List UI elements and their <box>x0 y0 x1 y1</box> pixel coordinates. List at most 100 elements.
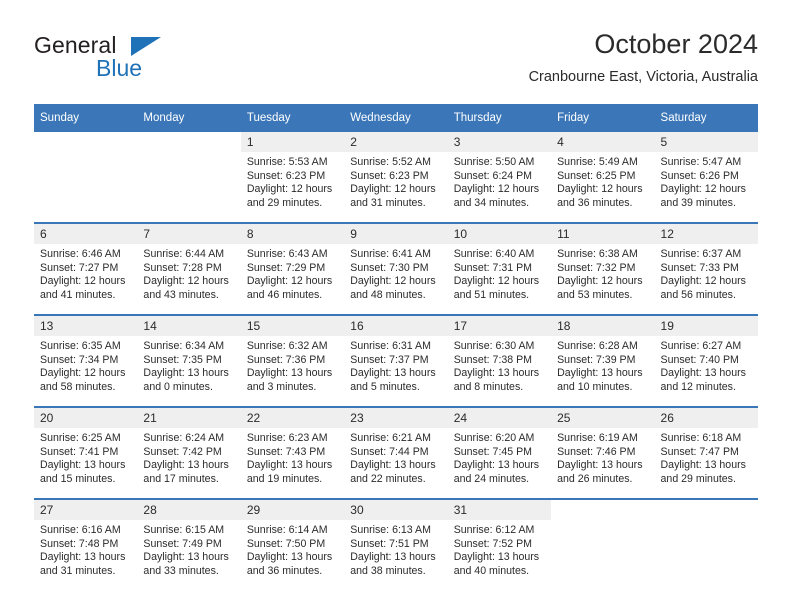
weekday-header-friday: Friday <box>551 104 655 132</box>
calendar-day-cell[interactable]: 19 Sunrise: 6:27 AM Sunset: 7:40 PM Dayligh… <box>654 314 758 407</box>
daylight-text-line1: Daylight: 12 hours <box>246 183 333 196</box>
day-sun-info: Sunrise: 5:50 AM Sunset: 6:24 PM Daylight:… <box>448 152 551 210</box>
day-sun-info: Sunrise: 5:47 AM Sunset: 6:26 PM Daylight:… <box>655 152 758 210</box>
day-sun-info: Sunrise: 6:30 AM Sunset: 7:38 PM Daylight:… <box>448 336 551 394</box>
sunrise-text: Sunrise: 6:15 AM <box>143 524 225 536</box>
calendar-day-cell[interactable]: 1 Sunrise: 5:53 AM Sunset: 6:23 PM Daylight… <box>240 132 345 223</box>
calendar-day-cell[interactable]: 13 Sunrise: 6:35 AM Sunset: 7:34 PM Dayligh… <box>34 314 138 407</box>
sunrise-text: Sunrise: 5:53 AM <box>246 156 328 168</box>
sunrise-text: Sunrise: 6:43 AM <box>246 248 328 260</box>
calendar-day-cell[interactable]: 27 Sunrise: 6:16 AM Sunset: 7:48 PM Dayligh… <box>34 498 138 590</box>
weekday-header-sunday: Sunday <box>34 104 138 132</box>
day-number: 15 <box>240 316 345 336</box>
daylight-text-line1: Daylight: 12 hours <box>350 275 436 288</box>
day-sun-info: Sunrise: 6:44 AM Sunset: 7:28 PM Daylight:… <box>137 244 240 302</box>
triangle-icon <box>131 37 161 56</box>
daylight-text-line2: and 12 minutes. <box>660 380 736 393</box>
general-blue-logo[interactable]: General Blue <box>34 32 214 90</box>
day-number: 18 <box>551 316 655 336</box>
daylight-text-line1: Daylight: 13 hours <box>246 551 333 564</box>
sunrise-text: Sunrise: 6:14 AM <box>246 524 328 536</box>
day-number: 23 <box>344 408 448 428</box>
daylight-text-line1: Daylight: 13 hours <box>350 459 436 472</box>
day-sun-info: Sunrise: 6:41 AM Sunset: 7:30 PM Daylight:… <box>344 244 447 302</box>
daylight-text-line1: Daylight: 12 hours <box>453 183 540 196</box>
calendar-day-cell[interactable]: 8 Sunrise: 6:43 AM Sunset: 7:29 PM Daylight… <box>240 222 345 315</box>
calendar-day-cell[interactable]: 28 Sunrise: 6:15 AM Sunset: 7:49 PM Dayligh… <box>137 498 241 590</box>
daylight-text-line2: and 56 minutes. <box>660 288 736 301</box>
calendar-day-cell[interactable]: 21 Sunrise: 6:24 AM Sunset: 7:42 PM Dayligh… <box>137 406 241 499</box>
calendar-day-cell[interactable]: 18 Sunrise: 6:28 AM Sunset: 7:39 PM Dayligh… <box>551 314 655 407</box>
sunset-text: Sunset: 7:46 PM <box>557 445 636 458</box>
page-title: October 2024 <box>594 29 758 59</box>
sunrise-text: Sunrise: 6:12 AM <box>453 524 535 536</box>
calendar-day-cell[interactable]: 4 Sunrise: 5:49 AM Sunset: 6:25 PM Daylight… <box>551 132 655 223</box>
calendar-day-cell[interactable]: 20 Sunrise: 6:25 AM Sunset: 7:41 PM Dayligh… <box>34 406 138 499</box>
day-sun-info: Sunrise: 5:52 AM Sunset: 6:23 PM Daylight:… <box>344 152 447 210</box>
day-number: 25 <box>551 408 655 428</box>
calendar-day-cell[interactable]: 26 Sunrise: 6:18 AM Sunset: 7:47 PM Dayligh… <box>654 406 758 499</box>
daylight-text-line1: Daylight: 13 hours <box>453 551 540 564</box>
daylight-text-line2: and 29 minutes. <box>660 472 736 485</box>
day-sun-info: Sunrise: 6:20 AM Sunset: 7:45 PM Daylight:… <box>448 428 551 486</box>
sunset-text: Sunset: 7:40 PM <box>660 353 739 366</box>
calendar-day-cell[interactable]: 14 Sunrise: 6:34 AM Sunset: 7:35 PM Dayligh… <box>137 314 241 407</box>
sunrise-text: Sunrise: 6:20 AM <box>453 432 535 444</box>
calendar-day-cell[interactable]: 7 Sunrise: 6:44 AM Sunset: 7:28 PM Daylight… <box>137 222 241 315</box>
sunrise-text: Sunrise: 6:44 AM <box>143 248 225 260</box>
calendar-day-cell[interactable]: 6 Sunrise: 6:46 AM Sunset: 7:27 PM Daylight… <box>34 222 138 315</box>
day-number: 21 <box>137 408 241 428</box>
sunrise-text: Sunrise: 6:35 AM <box>40 340 121 352</box>
calendar-day-cell[interactable]: 12 Sunrise: 6:37 AM Sunset: 7:33 PM Dayligh… <box>654 222 758 315</box>
calendar-day-cell[interactable]: 3 Sunrise: 5:50 AM Sunset: 6:24 PM Daylight… <box>447 132 552 223</box>
calendar-day-cell[interactable]: 9 Sunrise: 6:41 AM Sunset: 7:30 PM Daylight… <box>344 222 448 315</box>
calendar-day-cell[interactable]: 30 Sunrise: 6:13 AM Sunset: 7:51 PM Dayligh… <box>344 498 448 590</box>
calendar-day-cell[interactable]: 22 Sunrise: 6:23 AM Sunset: 7:43 PM Dayligh… <box>240 406 345 499</box>
day-number: 20 <box>34 408 138 428</box>
sunrise-text: Sunrise: 5:52 AM <box>350 156 431 168</box>
daylight-text-line1: Daylight: 13 hours <box>40 551 126 564</box>
calendar-day-cell[interactable]: 2 Sunrise: 5:52 AM Sunset: 6:23 PM Daylight… <box>344 132 448 223</box>
day-number: 9 <box>344 224 448 244</box>
calendar-week-row: 13 Sunrise: 6:35 AM Sunset: 7:34 PM Dayligh… <box>34 314 758 407</box>
sunset-text: Sunset: 7:50 PM <box>246 537 326 550</box>
day-sun-info: Sunrise: 6:35 AM Sunset: 7:34 PM Daylight:… <box>34 336 137 394</box>
calendar-day-cell[interactable]: 10 Sunrise: 6:40 AM Sunset: 7:31 PM Dayligh… <box>447 222 552 315</box>
sunset-text: Sunset: 6:26 PM <box>660 169 739 182</box>
weekday-header-row: Sunday Monday Tuesday Wednesday Thursday… <box>34 104 758 132</box>
day-number: 24 <box>447 408 552 428</box>
sunset-text: Sunset: 7:35 PM <box>143 353 222 366</box>
daylight-text-line2: and 40 minutes. <box>453 564 530 577</box>
calendar-day-cell[interactable]: 24 Sunrise: 6:20 AM Sunset: 7:45 PM Dayligh… <box>447 406 552 499</box>
calendar-day-cell[interactable]: 5 Sunrise: 5:47 AM Sunset: 6:26 PM Daylight… <box>654 132 758 223</box>
logo-text-blue: Blue <box>96 55 143 81</box>
sunset-text: Sunset: 7:30 PM <box>350 261 429 274</box>
sunset-text: Sunset: 7:37 PM <box>350 353 429 366</box>
calendar-day-cell[interactable]: 31 Sunrise: 6:12 AM Sunset: 7:52 PM Dayligh… <box>447 498 552 590</box>
calendar-day-cell[interactable]: 25 Sunrise: 6:19 AM Sunset: 7:46 PM Dayligh… <box>551 406 655 499</box>
sunset-text: Sunset: 7:47 PM <box>660 445 739 458</box>
sunset-text: Sunset: 7:32 PM <box>557 261 636 274</box>
daylight-text-line1: Daylight: 12 hours <box>557 183 643 196</box>
calendar-day-cell[interactable]: 15 Sunrise: 6:32 AM Sunset: 7:36 PM Dayligh… <box>240 314 345 407</box>
daylight-text-line1: Daylight: 12 hours <box>557 275 643 288</box>
sunrise-text: Sunrise: 6:31 AM <box>350 340 431 352</box>
sunrise-text: Sunrise: 6:23 AM <box>246 432 328 444</box>
calendar-day-cell[interactable]: 23 Sunrise: 6:21 AM Sunset: 7:44 PM Dayligh… <box>344 406 448 499</box>
daylight-text-line2: and 51 minutes. <box>453 288 530 301</box>
calendar-day-cell[interactable]: 16 Sunrise: 6:31 AM Sunset: 7:37 PM Dayligh… <box>344 314 448 407</box>
calendar-day-cell[interactable]: 29 Sunrise: 6:14 AM Sunset: 7:50 PM Dayligh… <box>240 498 345 590</box>
calendar-day-cell[interactable]: 11 Sunrise: 6:38 AM Sunset: 7:32 PM Dayligh… <box>551 222 655 315</box>
sunset-text: Sunset: 7:45 PM <box>453 445 533 458</box>
weekday-header-wednesday: Wednesday <box>344 104 448 132</box>
day-number: 28 <box>137 500 241 520</box>
day-number: 19 <box>654 316 758 336</box>
weekday-header-thursday: Thursday <box>447 104 552 132</box>
day-number: 8 <box>240 224 345 244</box>
daylight-text-line2: and 15 minutes. <box>40 472 116 485</box>
calendar-day-cell[interactable]: 17 Sunrise: 6:30 AM Sunset: 7:38 PM Dayligh… <box>447 314 552 407</box>
daylight-text-line2: and 24 minutes. <box>453 472 530 485</box>
daylight-text-line2: and 53 minutes. <box>557 288 633 301</box>
day-number <box>34 132 137 152</box>
sunset-text: Sunset: 7:52 PM <box>453 537 533 550</box>
